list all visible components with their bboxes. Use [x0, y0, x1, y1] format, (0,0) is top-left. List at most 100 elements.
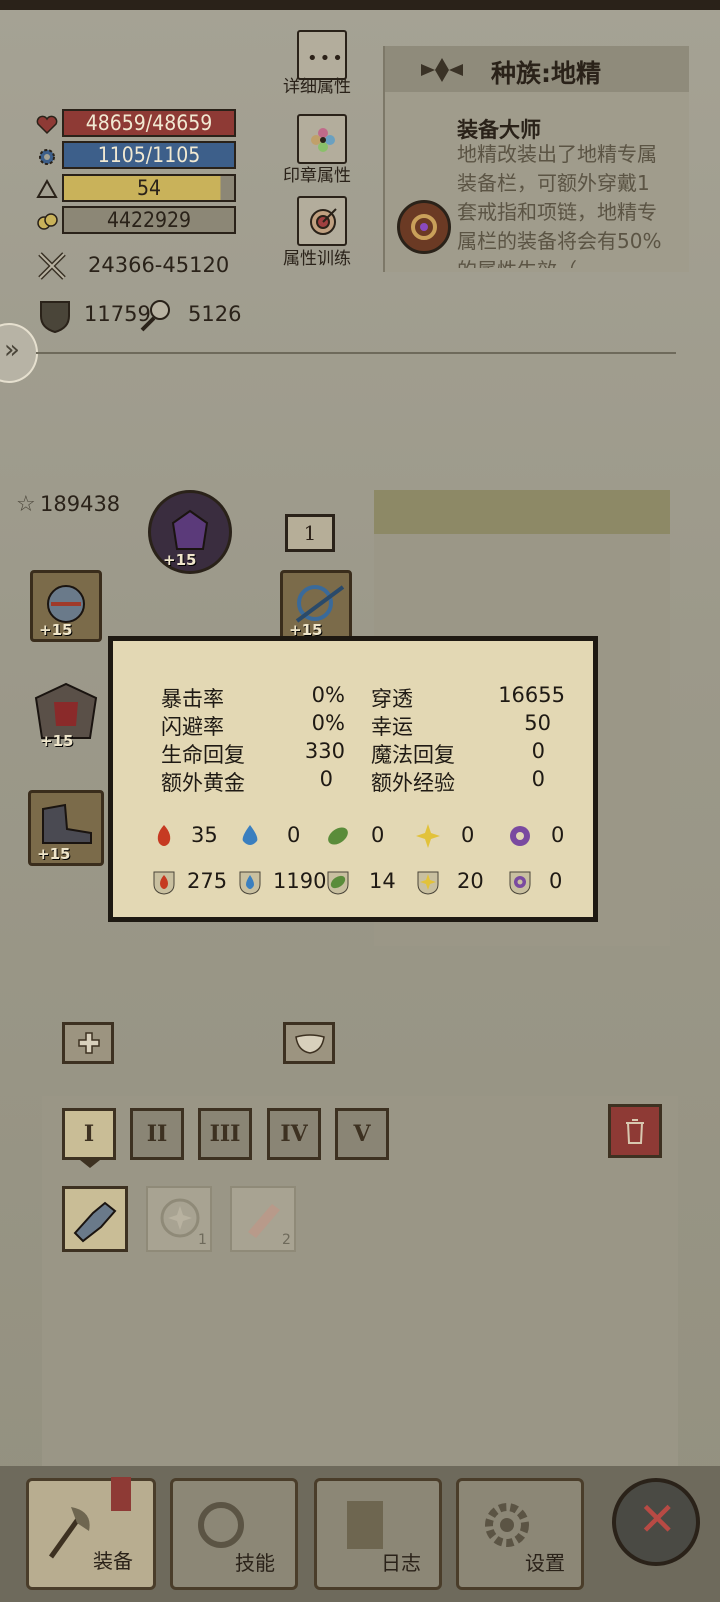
weapon-slot-right[interactable]: +15	[280, 570, 352, 642]
dodge-rate-label: 闪避率	[161, 715, 224, 739]
close-button[interactable]: ✕	[612, 1478, 700, 1566]
hp-regen-label: 生命回复	[161, 743, 245, 767]
crit-rate-value: 0%	[311, 683, 345, 707]
race-skill-description: 地精改装出了地精专属装备栏，可额外穿戴1套戒指和项链，地精专属栏的装备将会有50…	[457, 142, 662, 268]
dark-attack-value: 0	[551, 823, 565, 847]
divider	[36, 352, 676, 354]
tab-5[interactable]: V	[335, 1108, 389, 1160]
nature-resist-value: 14	[369, 869, 396, 893]
nav-log[interactable]: 日志	[314, 1478, 442, 1590]
water-resist-value: 1190	[273, 869, 327, 893]
count-badge-value: 1	[303, 521, 317, 545]
shield-icon	[38, 298, 72, 334]
tab-2-label: II	[146, 1121, 168, 1147]
crossbow-icon	[295, 585, 345, 623]
helmet-slot[interactable]: +15	[148, 490, 232, 574]
extra-exp-value: 0	[531, 767, 545, 791]
armor-slot[interactable]: +15	[26, 678, 106, 756]
tab-4[interactable]: IV	[267, 1108, 321, 1160]
mp-value: 1105/1105	[97, 143, 201, 167]
cross-icon	[78, 1032, 100, 1054]
attack-value: 24366-45120	[88, 253, 230, 277]
light-attack-value: 0	[461, 823, 475, 847]
magic-defense-value: 5126	[188, 302, 242, 326]
tab-3-label: III	[209, 1121, 241, 1147]
tab-2[interactable]: II	[130, 1108, 184, 1160]
equipment-score: 189438	[40, 492, 121, 516]
hp-bar: 48659/48659	[62, 109, 236, 137]
seal-attributes-label: 印章属性	[283, 166, 351, 186]
nav-settings-label: 设置	[525, 1551, 565, 1575]
flower-icon	[311, 128, 335, 152]
light-attack-icon	[416, 824, 440, 848]
inventory-item-locked-1[interactable]: 1	[146, 1186, 212, 1252]
triangle-icon	[36, 178, 58, 200]
weapon-slot-left[interactable]: +15	[30, 570, 102, 642]
trash-icon	[626, 1119, 644, 1144]
attribute-training-button[interactable]	[297, 196, 347, 246]
penetration-label: 穿透	[371, 687, 413, 711]
tab-3[interactable]: III	[198, 1108, 252, 1160]
book-icon	[347, 1501, 383, 1549]
collapse-panel-button[interactable]: »	[0, 323, 38, 383]
light-resist-value: 20	[457, 869, 484, 893]
heart-icon	[36, 114, 58, 136]
light-resist-icon	[417, 871, 439, 895]
gold-bar: 4422929	[62, 206, 236, 234]
boots-slot[interactable]: +15	[28, 790, 104, 866]
tab-1[interactable]: I	[62, 1108, 116, 1160]
settings-gear-icon	[485, 1503, 529, 1547]
race-skill-icon[interactable]	[397, 200, 451, 254]
swords-icon	[36, 250, 70, 284]
luck-label: 幸运	[371, 715, 413, 739]
nature-attack-icon	[328, 827, 348, 845]
extra-exp-label: 额外经验	[371, 771, 455, 795]
dodge-rate-value: 0%	[311, 711, 345, 735]
app-screen: 48659/48659 1105/1105 54 4422929 24366-4…	[0, 0, 720, 1602]
nav-equip[interactable]: 装备	[26, 1477, 156, 1590]
heal-button[interactable]	[62, 1022, 114, 1064]
water-resist-icon	[239, 871, 261, 895]
nav-settings[interactable]: 设置	[456, 1478, 584, 1590]
gear-ring-icon	[411, 214, 437, 240]
dark-resist-value: 0	[549, 869, 563, 893]
inventory-item-locked-2-count: 2	[282, 1232, 291, 1248]
count-badge[interactable]: 1	[285, 514, 335, 552]
water-attack-icon	[242, 825, 258, 845]
dark-resist-icon	[509, 871, 531, 895]
race-emblem-icon	[421, 58, 463, 82]
attribute-training-label: 属性训练	[283, 249, 351, 269]
inventory-item-gauntlet[interactable]	[62, 1186, 128, 1252]
luck-value: 50	[524, 711, 551, 735]
mp-bar: 1105/1105	[62, 141, 236, 169]
mask-button[interactable]	[283, 1022, 335, 1064]
nav-log-label: 日志	[381, 1551, 421, 1575]
double-chevron-right-icon: »	[4, 335, 20, 365]
nature-resist-icon	[327, 871, 349, 895]
close-icon: ✕	[638, 1492, 677, 1546]
mp-regen-value: 0	[531, 739, 545, 763]
mp-regen-label: 魔法回复	[371, 743, 455, 767]
detail-attributes-label: 详细属性	[283, 77, 351, 97]
nav-skills-label: 技能	[235, 1551, 275, 1575]
more-icon: •••	[307, 48, 345, 69]
nature-attack-value: 0	[371, 823, 385, 847]
axe-icon	[48, 1507, 90, 1559]
skill-circle-icon	[198, 1502, 244, 1548]
star-icon: ☆	[16, 492, 36, 517]
stats-tooltip: 暴击率 0% 穿透 16655 闪避率 0% 幸运 50 生命回复 330 魔法…	[108, 636, 598, 922]
extra-gold-label: 额外黄金	[161, 771, 245, 795]
weapon-left-plus-label: +15	[39, 621, 73, 639]
water-attack-value: 0	[287, 823, 301, 847]
inventory-item-locked-2[interactable]: 2	[230, 1186, 296, 1252]
nav-skills[interactable]: 技能	[170, 1478, 298, 1590]
tab-5-label: V	[353, 1121, 371, 1147]
fire-attack-value: 35	[191, 823, 218, 847]
seal-attributes-button[interactable]	[297, 114, 347, 164]
armor-plus-label: +15	[40, 732, 74, 750]
boots-plus-label: +15	[37, 845, 71, 863]
target-icon	[310, 208, 337, 235]
tab-selected-indicator	[80, 1160, 100, 1168]
fire-resist-value: 275	[187, 869, 228, 893]
delete-button[interactable]	[608, 1104, 662, 1158]
